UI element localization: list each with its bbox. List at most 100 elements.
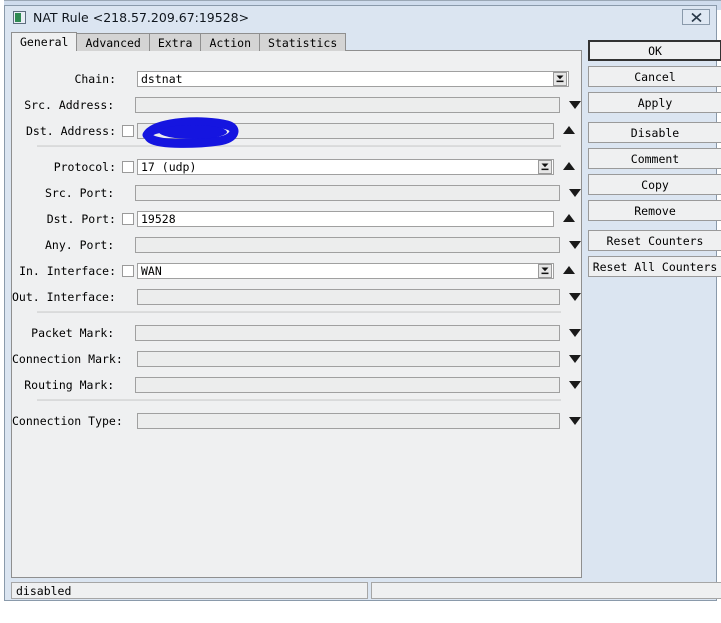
value-in-interface: WAN [141,264,162,278]
label-protocol: Protocol: [53,160,116,174]
form-row-packet-mark: Packet Mark: [12,323,583,343]
label-dst-port: Dst. Port: [46,212,116,226]
expand-connection-type-icon[interactable] [567,413,583,429]
collapse-dst-address-icon[interactable] [561,123,577,139]
value-chain: dstnat [141,72,183,86]
input-src-port[interactable] [135,185,560,201]
input-routing-mark[interactable] [135,377,560,393]
expand-packet-mark-icon[interactable] [567,325,583,341]
label-src-port: Src. Port: [44,186,115,200]
expand-out-interface-icon[interactable] [567,289,583,305]
checkbox-spacer [122,73,134,85]
chevron-down-icon [541,163,549,171]
form-row-any-port: Any. Port: [12,235,583,255]
checkbox-protocol[interactable] [122,161,134,173]
checkbox-spacer [120,187,132,199]
checkbox-spacer [120,99,132,111]
checkbox-spacer [122,353,134,365]
expand-routing-mark-icon[interactable] [567,377,583,393]
form-row-dst-address: Dst. Address: [12,121,583,141]
cancel-button[interactable]: Cancel [588,66,721,87]
ok-button[interactable]: OK [588,40,721,61]
form-row-chain: Chain: dstnat [12,69,583,89]
screen: NAT Rule <218.57.209.67:19528> General Ad… [0,0,721,623]
close-icon [690,12,702,22]
label-dst-address: Dst. Address: [25,124,116,138]
label-connection-type: Connection Type: [12,414,123,428]
copy-button[interactable]: Copy [588,174,721,195]
expand-src-address-icon[interactable] [567,97,583,113]
expand-any-port-icon[interactable] [567,237,583,253]
input-connection-type[interactable] [137,413,560,429]
tab-general[interactable]: General [11,32,78,51]
input-in-interface[interactable]: WAN [137,263,554,279]
dropdown-button-in-interface[interactable] [538,264,552,278]
remove-button[interactable]: Remove [588,200,721,221]
input-out-interface[interactable] [136,289,560,305]
input-packet-mark[interactable] [135,325,560,341]
label-chain: Chain: [74,72,116,86]
section-separator [37,311,561,313]
title-bar: NAT Rule <218.57.209.67:19528> [5,6,716,28]
input-protocol[interactable]: 17 (udp) [137,159,554,175]
checkbox-spacer [122,291,134,303]
tab-extra[interactable]: Extra [148,33,202,51]
app-window-icon [13,10,26,24]
input-src-address[interactable] [135,97,560,113]
checkbox-dst-port[interactable] [122,213,134,225]
input-dst-port[interactable]: 19528 [137,211,554,227]
input-any-port[interactable] [135,237,560,253]
reset-all-counters-button[interactable]: Reset All Counters [588,256,721,277]
label-connection-mark: Connection Mark: [12,352,123,366]
form-row-routing-mark: Routing Mark: [12,375,583,395]
collapse-in-interface-icon[interactable] [561,263,577,279]
status-bar: disabled [11,582,721,599]
label-any-port: Any. Port: [44,238,115,252]
desktop-lower-backdrop [0,600,721,623]
expand-src-port-icon[interactable] [567,185,583,201]
comment-button[interactable]: Comment [588,148,721,169]
nat-rule-window: NAT Rule <218.57.209.67:19528> General Ad… [4,5,721,601]
section-separator [37,145,561,147]
close-button[interactable] [682,9,710,25]
checkbox-dst-address[interactable] [122,125,134,137]
value-dst-port: 19528 [141,212,176,226]
section-separator [37,399,561,401]
input-chain[interactable]: dstnat [137,71,569,87]
tab-statistics[interactable]: Statistics [259,33,347,51]
checkbox-in-interface[interactable] [122,265,134,277]
chevron-down-icon [541,267,549,275]
form-row-protocol: Protocol: 17 (udp) [12,157,583,177]
status-text-left: disabled [11,582,368,599]
disable-button[interactable]: Disable [588,122,721,143]
form-row-dst-port: Dst. Port: 19528 [12,209,583,229]
form-row-connection-type: Connection Type: [12,411,583,431]
form-row-src-port: Src. Port: [12,183,583,203]
collapse-dst-port-icon[interactable] [561,211,577,227]
apply-button[interactable]: Apply [588,92,721,113]
status-text-right [370,582,721,599]
collapse-protocol-icon[interactable] [561,159,577,175]
label-routing-mark: Routing Mark: [24,378,115,392]
checkbox-spacer [120,239,132,251]
tab-action[interactable]: Action [200,33,261,51]
checkbox-spacer [122,415,134,427]
window-title: NAT Rule <218.57.209.67:19528> [33,9,250,25]
label-src-address: Src. Address: [24,98,115,112]
dropdown-button-protocol[interactable] [538,160,552,174]
reset-counters-button[interactable]: Reset Counters [588,230,721,251]
form-row-src-address: Src. Address: [12,95,583,115]
action-button-column: OK Cancel Apply Disable Comment Copy Remove Res… [588,40,721,282]
checkbox-spacer [120,327,132,339]
label-in-interface: In. Interface: [19,264,116,278]
dropdown-button-chain[interactable] [553,72,567,86]
tab-advanced[interactable]: Advanced [76,33,150,51]
label-out-interface: Out. Interface: [12,290,116,304]
general-tab-panel: Chain: dstnat Src. Address: Dst. Address: Pr… [11,50,582,578]
input-dst-address[interactable] [137,123,554,139]
chevron-down-icon [556,75,564,83]
form-row-connection-mark: Connection Mark: [12,349,583,369]
expand-connection-mark-icon[interactable] [567,351,583,367]
value-protocol: 17 (udp) [141,160,197,174]
input-connection-mark[interactable] [137,351,560,367]
